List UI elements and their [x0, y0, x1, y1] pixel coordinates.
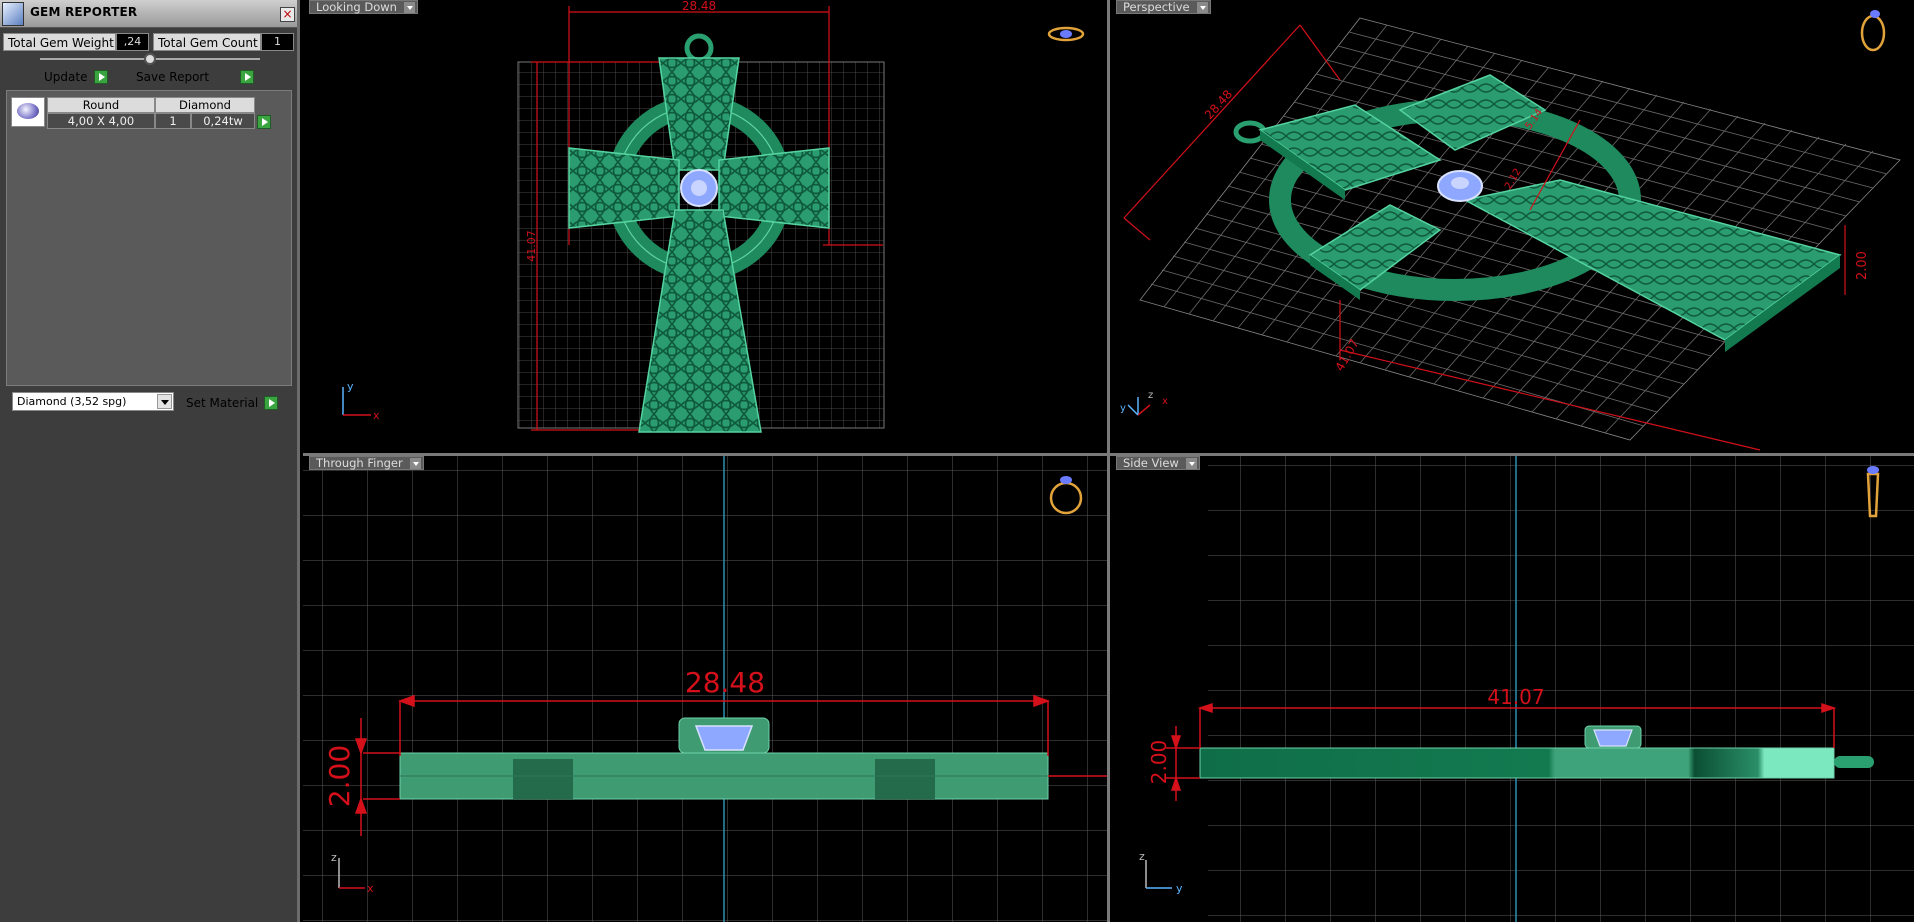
axis-z-label: z	[1139, 850, 1145, 863]
viewport-perspective[interactable]: 28.48 41.07 2.00 5.14 2.12 y z x Perspec…	[1110, 0, 1914, 453]
perspective-dim-a: 28.48	[1202, 87, 1235, 122]
axis-x-label: x	[367, 882, 374, 895]
update-button[interactable]: Update	[44, 68, 110, 86]
dim-width-label: 28.48	[682, 0, 716, 13]
gem-shape-header: Round	[47, 97, 155, 113]
viewport-label-side-view[interactable]: Side View	[1116, 456, 1200, 470]
looking-down-canvas: 28.48 41.07 y x	[342, 0, 1085, 433]
app-window: GEM REPORTER × Total Gem Weight ,24 Tota…	[0, 0, 1914, 922]
perspective-canvas: 28.48 41.07 2.00 5.14 2.12 y z x	[1120, 10, 1901, 451]
viewport-divider-vertical[interactable]	[1107, 0, 1110, 922]
axis-gizmo: y x	[342, 380, 380, 422]
dim-width-label: 28.48	[685, 666, 765, 699]
gem-row-go-icon[interactable]	[257, 115, 271, 129]
dim-height-label: 2.00	[323, 745, 356, 807]
axis-y-label: y	[1176, 882, 1183, 895]
set-material-label: Set Material	[186, 396, 259, 410]
axis-y-label: y	[347, 380, 354, 393]
axis-y-label: y	[1120, 403, 1126, 414]
total-gem-count-value: 1	[261, 33, 294, 51]
perspective-dim-c: 2.00	[1855, 251, 1870, 280]
axis-x-label: x	[373, 409, 380, 422]
chevron-down-icon[interactable]	[157, 394, 172, 409]
viewport-looking-down[interactable]: 28.48 41.07 y x Looking Down	[303, 0, 1107, 453]
gem-weight-value: 0,24tw	[191, 113, 255, 129]
viewport-label-through-finger[interactable]: Through Finger	[309, 456, 424, 470]
dim-width-label: 41.07	[1487, 685, 1544, 709]
set-material-button[interactable]: Set Material	[186, 394, 282, 412]
splitter-handle[interactable]	[144, 53, 156, 65]
gem-size-value: 4,00 X 4,00	[47, 113, 155, 129]
gem-list: Round Diamond 4,00 X 4,00 1 0,24tw	[6, 90, 292, 386]
dim-height-label: 41.07	[525, 230, 538, 262]
viewport-label-looking-down[interactable]: Looking Down	[309, 0, 418, 14]
round-diamond-gem-icon[interactable]	[11, 97, 45, 127]
set-material-go-icon	[264, 396, 278, 410]
axis-z-label: z	[1148, 390, 1153, 401]
viewport-label-perspective[interactable]: Perspective	[1116, 0, 1211, 14]
save-report-label: Save Report	[136, 70, 210, 84]
totals-row: Total Gem Weight ,24 Total Gem Count 1	[0, 32, 297, 52]
gem-reporter-panel: GEM REPORTER × Total Gem Weight ,24 Tota…	[0, 0, 300, 922]
axis-z-label: z	[331, 851, 337, 864]
update-go-icon	[94, 70, 108, 84]
viewport-side-view[interactable]: 41.07 2.00 z y Side View	[1110, 456, 1914, 922]
grid-plane	[1208, 456, 1914, 922]
axis-gizmo: y z x	[1120, 390, 1168, 416]
panel-title: GEM REPORTER	[30, 5, 138, 19]
side-view-canvas: 41.07 2.00 z y	[1139, 456, 1914, 922]
save-report-button[interactable]: Save Report	[136, 68, 258, 86]
viewport-through-finger[interactable]: 28.48 2.00 z x Through Finger	[303, 456, 1107, 922]
material-select-value: Diamond (3,52 spg)	[17, 395, 127, 408]
close-icon[interactable]: ×	[280, 7, 295, 22]
dim-height-label: 2.00	[1147, 740, 1171, 785]
ring-view-icon[interactable]	[1860, 10, 1886, 52]
viewport-divider-horizontal[interactable]	[303, 453, 1914, 456]
through-finger-canvas: 28.48 2.00 z x	[303, 456, 1107, 922]
total-gem-weight-label: Total Gem Weight	[3, 33, 116, 51]
total-gem-count-label: Total Gem Count	[153, 33, 261, 51]
update-label: Update	[44, 70, 88, 84]
material-select[interactable]: Diamond (3,52 spg)	[12, 392, 174, 411]
gem-reporter-app-icon	[2, 2, 24, 26]
axis-x-label: x	[1162, 396, 1168, 407]
panel-titlebar[interactable]: GEM REPORTER ×	[0, 0, 297, 28]
gem-count-value: 1	[155, 113, 191, 129]
save-report-go-icon	[240, 70, 254, 84]
total-gem-weight-value: ,24	[116, 33, 149, 51]
axis-gizmo: z y	[1139, 850, 1183, 895]
gem-material-header: Diamond	[155, 97, 255, 113]
ring-view-icon[interactable]	[1047, 26, 1085, 42]
